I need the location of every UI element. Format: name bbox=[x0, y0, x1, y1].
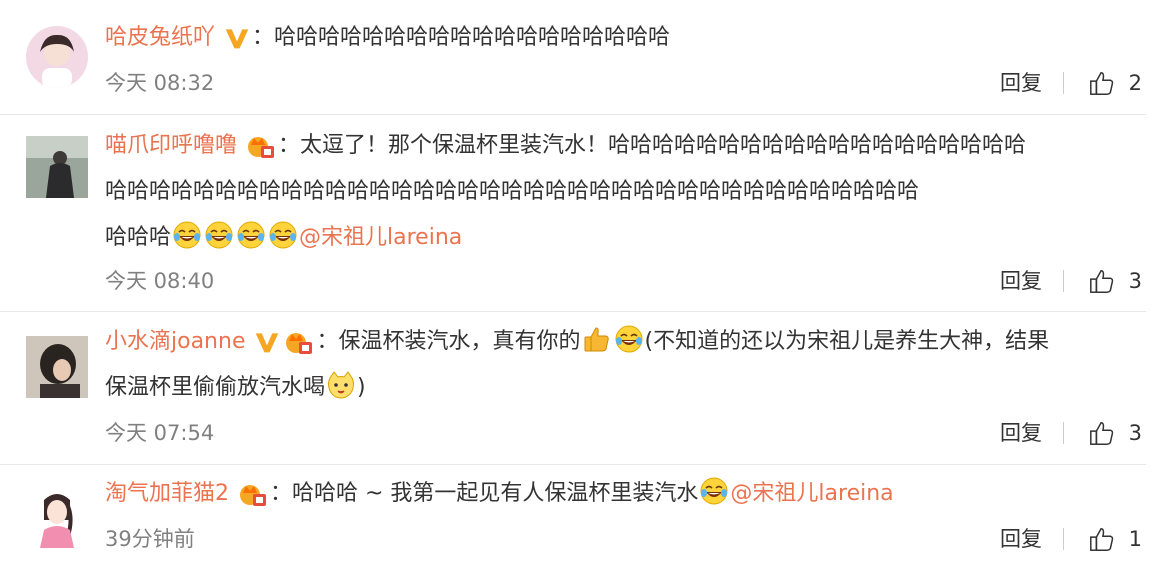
like-button[interactable]: 1 bbox=[1080, 524, 1142, 554]
timestamp: 今天 07:54 bbox=[105, 421, 215, 445]
like-button[interactable]: 2 bbox=[1080, 68, 1142, 98]
laugh-cry-emoji-icon bbox=[268, 220, 298, 250]
laugh-cry-emoji-icon bbox=[699, 476, 729, 506]
member-crown-icon bbox=[238, 479, 268, 509]
username-link[interactable]: 淘气加菲猫2 bbox=[105, 481, 229, 506]
divider bbox=[1063, 422, 1064, 444]
avatar[interactable] bbox=[26, 486, 88, 548]
like-count: 2 bbox=[1128, 71, 1142, 95]
username-link[interactable]: 喵爪印呼噜噜 bbox=[105, 133, 237, 158]
mention-link[interactable]: @宋祖儿lareina bbox=[299, 225, 462, 250]
reply-button[interactable]: 回复 bbox=[1000, 68, 1042, 98]
divider bbox=[1063, 528, 1064, 550]
divider bbox=[0, 311, 1146, 312]
comment-text: 哈哈哈 @宋祖儿lareina bbox=[105, 215, 1142, 261]
like-count: 3 bbox=[1128, 421, 1142, 445]
comment-text: 哈哈哈哈哈哈哈哈哈哈哈哈哈哈哈哈哈哈哈哈哈哈哈哈哈哈哈哈哈哈哈哈哈哈哈哈哈 bbox=[105, 179, 920, 204]
thumbs-up-icon bbox=[1088, 69, 1116, 97]
like-button[interactable]: 3 bbox=[1080, 418, 1142, 448]
comment-text: 保温杯里偷偷放汽水喝) bbox=[105, 365, 1142, 411]
reply-button[interactable]: 回复 bbox=[1000, 524, 1042, 554]
timestamp: 39分钟前 bbox=[105, 527, 195, 551]
thumbs-up-emoji-icon bbox=[582, 324, 612, 354]
avatar[interactable] bbox=[26, 136, 88, 198]
comment-feed: 哈皮兔纸吖 ：哈哈哈哈哈哈哈哈哈哈哈哈哈哈哈哈哈哈 今天 08:32 回复 2 bbox=[0, 0, 1172, 582]
laugh-cry-emoji-icon bbox=[172, 220, 202, 250]
member-crown-icon bbox=[284, 327, 314, 357]
username-link[interactable]: 哈皮兔纸吖 bbox=[105, 25, 215, 50]
timestamp: 今天 08:40 bbox=[105, 269, 215, 293]
comment-text: 淘气加菲猫2 ：哈哈哈 ~ 我第一起见有人保温杯里装汽水 @宋祖儿lareina bbox=[105, 471, 1142, 517]
divider bbox=[1063, 270, 1064, 292]
mention-link[interactable]: @宋祖儿lareina bbox=[730, 481, 893, 506]
thumbs-up-icon bbox=[1088, 267, 1116, 295]
vip-v-icon bbox=[224, 25, 250, 51]
like-button[interactable]: 3 bbox=[1080, 266, 1142, 296]
reply-button[interactable]: 回复 bbox=[1000, 266, 1042, 296]
username-link[interactable]: 小水滴joanne bbox=[105, 329, 245, 354]
avatar[interactable] bbox=[26, 26, 88, 88]
reply-button[interactable]: 回复 bbox=[1000, 418, 1042, 448]
divider bbox=[0, 464, 1146, 465]
divider bbox=[1063, 72, 1064, 94]
member-crown-icon bbox=[246, 131, 276, 161]
timestamp: 今天 08:32 bbox=[105, 71, 215, 95]
like-count: 3 bbox=[1128, 269, 1142, 293]
divider bbox=[0, 114, 1146, 115]
cat-face-emoji-icon bbox=[326, 370, 356, 400]
like-count: 1 bbox=[1128, 527, 1142, 551]
laugh-cry-emoji-icon bbox=[236, 220, 266, 250]
avatar[interactable] bbox=[26, 336, 88, 398]
laugh-cry-emoji-icon bbox=[614, 324, 644, 354]
comment-text: 哈皮兔纸吖 ：哈哈哈哈哈哈哈哈哈哈哈哈哈哈哈哈哈哈 bbox=[105, 25, 671, 51]
comment-text: 喵爪印呼噜噜 ：太逗了！那个保温杯里装汽水！哈哈哈哈哈哈哈哈哈哈哈哈哈哈哈哈哈哈… bbox=[105, 123, 1142, 169]
comment-text: 小水滴joanne ：保温杯装汽水，真有你的 (不知道的还以为宋祖儿是养生大神，结… bbox=[105, 319, 1142, 365]
thumbs-up-icon bbox=[1088, 525, 1116, 553]
vip-v-icon bbox=[254, 329, 280, 355]
thumbs-up-icon bbox=[1088, 419, 1116, 447]
laugh-cry-emoji-icon bbox=[204, 220, 234, 250]
